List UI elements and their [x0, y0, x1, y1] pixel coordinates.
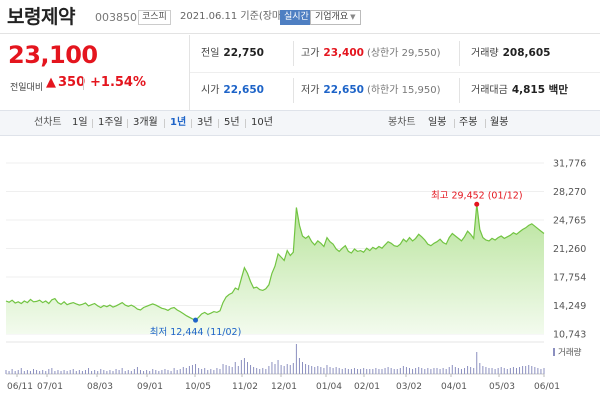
- company-info-dropdown[interactable]: 기업개요 ▼: [310, 10, 361, 25]
- market-badge: 코스피: [138, 10, 171, 25]
- divider: [83, 77, 84, 90]
- realtime-button[interactable]: 실시간: [280, 10, 313, 25]
- x-tick-label: 06/01: [534, 382, 560, 392]
- volume-legend-label: 거래량: [558, 347, 582, 358]
- lower-limit: (하한가 15,950): [366, 85, 441, 96]
- y-tick-label: 24,765: [553, 216, 586, 227]
- divider: [454, 119, 455, 128]
- price-chart-svg: 31,776 28,270 24,765 21,260 17,754 14,249 10,7…: [5, 159, 586, 392]
- divider: [92, 119, 93, 128]
- stock-name: 보령제약: [7, 6, 75, 28]
- low-price: 저가 22,650 (하한가 15,950): [301, 72, 441, 109]
- y-tick-label: 10,743: [553, 330, 586, 341]
- open-price: 시가 22,650: [201, 72, 264, 109]
- chart-period-tabs: 선차트 1일 1주일 3개월 1년 3년 5년 10년 봉차트 일봉 주봉 월봉: [0, 110, 600, 136]
- x-tick-label: 04/01: [441, 382, 467, 392]
- x-tick-label: 07/01: [37, 382, 63, 392]
- x-tick-label: 09/01: [137, 382, 163, 392]
- price-chart: 31,776 28,270 24,765 21,260 17,754 14,249 10,7…: [0, 137, 600, 410]
- volume: 거래량 208,605: [471, 35, 550, 72]
- divider: [127, 119, 128, 128]
- tab-daily[interactable]: 일봉: [428, 111, 446, 135]
- company-info-label: 기업개요: [315, 12, 349, 22]
- change-label: 전일대비: [10, 83, 44, 93]
- tab-1d[interactable]: 1일: [72, 111, 88, 135]
- line-chart-label: 선차트: [34, 117, 62, 128]
- prev-close-value: 22,750: [223, 47, 264, 59]
- low-value: 22,650: [323, 84, 364, 96]
- amount-value: 4,815 백만: [511, 84, 569, 96]
- amount-label: 거래대금: [471, 85, 508, 96]
- y-tick-label: 17,754: [553, 273, 586, 284]
- divider: [293, 41, 294, 66]
- open-label: 시가: [201, 85, 220, 96]
- high-label: 고가: [301, 48, 320, 59]
- divider: [459, 78, 460, 103]
- high-price: 고가 23,400 (상한가 29,550): [301, 35, 441, 72]
- low-label: 저가: [301, 85, 320, 96]
- x-tick-label: 03/02: [396, 382, 422, 392]
- x-tick-label: 01/04: [316, 382, 342, 392]
- tab-3y[interactable]: 3년: [197, 111, 213, 135]
- open-value: 22,650: [223, 84, 264, 96]
- current-price: 23,100: [8, 41, 98, 69]
- y-tick-label: 28,270: [553, 187, 586, 198]
- tab-3m[interactable]: 3개월: [133, 111, 158, 135]
- x-tick-label: 12/01: [271, 382, 297, 392]
- high-value: 23,400: [323, 47, 364, 59]
- tab-1y[interactable]: 1년: [170, 111, 186, 135]
- volume-legend-swatch: [553, 348, 555, 356]
- volume-label: 거래량: [471, 48, 499, 59]
- x-tick-label: 02/01: [354, 382, 380, 392]
- divider: [485, 119, 486, 128]
- x-tick-label: 11/02: [232, 382, 258, 392]
- x-tick-label: 08/03: [87, 382, 113, 392]
- divider: [459, 41, 460, 66]
- change-value: 350: [58, 75, 86, 90]
- tab-1w[interactable]: 1주일: [98, 111, 123, 135]
- tab-10y[interactable]: 10년: [251, 111, 273, 135]
- x-tick-label: 05/03: [489, 382, 515, 392]
- min-price-annotation: 최저 12,444 (11/02): [150, 327, 242, 338]
- volume-value: 208,605: [502, 47, 551, 59]
- price-summary: 23,100 전일대비 ▲ 350 +1.54%: [0, 35, 190, 110]
- x-tick-label: 10/05: [185, 382, 211, 392]
- y-tick-label: 21,260: [553, 244, 586, 255]
- y-tick-label: 14,249: [553, 301, 586, 312]
- max-price-annotation: 최고 29,452 (01/12): [431, 190, 523, 201]
- tab-5y[interactable]: 5년: [224, 111, 240, 135]
- quote-grid: 전일 22,750 고가 23,400 (상한가 29,550) 거래량 208,605…: [190, 35, 600, 110]
- tab-monthly[interactable]: 월봉: [490, 111, 508, 135]
- trade-amount: 거래대금 4,815 백만: [471, 72, 568, 109]
- divider: [164, 119, 165, 128]
- y-tick-label: 31,776: [553, 159, 586, 170]
- prev-close: 전일 22,750: [201, 35, 264, 72]
- divider: [245, 119, 246, 128]
- candle-chart-label: 봉차트: [388, 117, 416, 128]
- tab-weekly[interactable]: 주봉: [459, 111, 477, 135]
- change-percent: +1.54%: [90, 75, 146, 90]
- price-area: [6, 204, 544, 334]
- base-date: 2021.06.11 기준(장마감): [180, 11, 295, 22]
- chevron-down-icon: ▼: [350, 13, 356, 21]
- divider: [218, 119, 219, 128]
- divider: [293, 78, 294, 103]
- x-tick-label: 06/11: [7, 382, 33, 392]
- stock-header: 보령제약 003850 코스피 2021.06.11 기준(장마감) 실시간 기…: [0, 0, 600, 34]
- upper-limit: (상한가 29,550): [366, 48, 441, 59]
- prev-close-label: 전일: [201, 48, 220, 59]
- min-price-marker: [193, 317, 199, 323]
- triangle-up-icon: ▲: [46, 75, 56, 90]
- divider: [191, 119, 192, 128]
- stock-code: 003850: [95, 11, 137, 24]
- max-price-marker: [474, 201, 480, 207]
